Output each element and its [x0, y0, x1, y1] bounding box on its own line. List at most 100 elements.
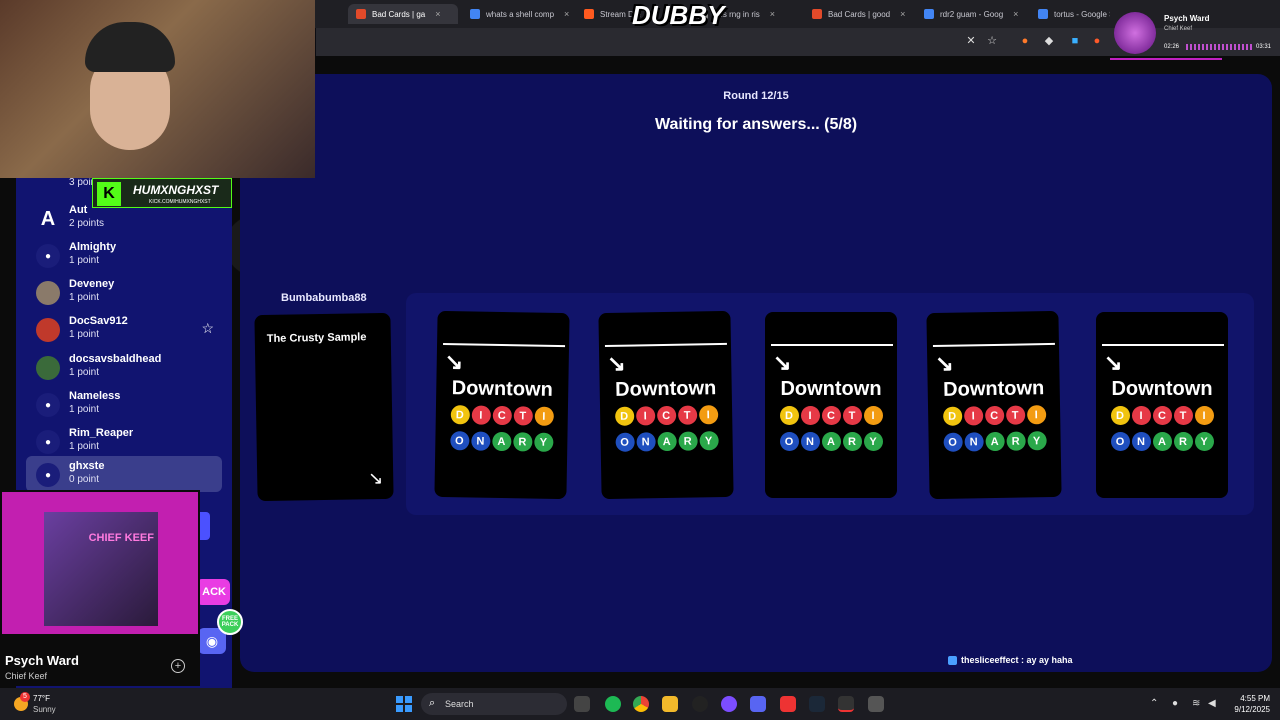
tab-favicon-icon — [1038, 9, 1048, 19]
tab-favicon-icon — [924, 9, 934, 19]
answer-card-back[interactable]: ↘ Downtown D I C T I O N A R Y — [926, 310, 1062, 500]
app-icon[interactable] — [692, 696, 708, 712]
close-tab-icon[interactable]: × — [900, 9, 905, 19]
now-playing-title: Psych Ward — [5, 653, 79, 668]
file-explorer-icon[interactable] — [662, 696, 678, 712]
close-tab-icon[interactable]: × — [564, 9, 569, 19]
start-button[interactable] — [396, 696, 412, 712]
close-tab-icon[interactable]: × — [435, 9, 440, 19]
chevron-up-icon[interactable]: ⌃ — [1150, 698, 1158, 709]
card-letter-row: ONARY — [928, 431, 1060, 452]
card-letter-row: ONARY — [435, 431, 567, 452]
app-icon[interactable] — [721, 696, 737, 712]
card-letter-dot: Y — [1194, 432, 1214, 451]
bookmark-star-icon[interactable]: ☆ — [985, 34, 999, 48]
card-letter-dot: N — [1131, 432, 1151, 451]
clock-date[interactable]: 9/12/2025 — [1220, 705, 1270, 714]
browser-tab[interactable]: Bad Cards | ga × — [348, 4, 458, 24]
mute-icon[interactable]: ✕ — [964, 34, 978, 48]
total-time: 03:31 — [1256, 44, 1272, 50]
browser-tab[interactable]: rdr2 guam - Goog × — [916, 4, 1026, 24]
app-icon[interactable] — [868, 696, 884, 712]
album-cover: CHIEF KEEF — [44, 512, 158, 626]
avatar — [36, 356, 60, 380]
card-letter-dot: N — [963, 432, 984, 452]
browser-tab[interactable]: Bad Cards | good × — [804, 4, 912, 24]
tab-label: rdr2 guam - Goog — [940, 9, 1004, 19]
answer-card-back[interactable]: ↘ Downtown D I C T I O N A R Y — [1096, 312, 1228, 498]
microphone-icon[interactable]: ● — [1172, 698, 1178, 709]
obs-icon[interactable] — [838, 696, 854, 712]
arrow-icon: ↘ — [935, 350, 954, 377]
player-list-item[interactable]: Deveney 1 point — [26, 274, 222, 310]
card-letter-dot: I — [1026, 405, 1046, 425]
volume-icon[interactable]: ◀ — [1208, 698, 1216, 709]
player-name: Aut — [69, 204, 88, 216]
card-letter-dot: D — [779, 406, 799, 425]
extension-icon[interactable]: ● — [1090, 34, 1104, 48]
player-points: 1 point — [69, 329, 100, 340]
card-divider — [604, 342, 727, 348]
card-letter-row: ONARY — [600, 431, 732, 452]
tab-label: Bad Cards | ga — [372, 9, 426, 19]
card-letter-dot: Y — [698, 431, 719, 451]
player-list-item[interactable]: ● Rim_Reaper 1 point — [26, 423, 222, 459]
player-list-item[interactable]: ● ghxste 0 point — [26, 456, 222, 492]
player-name: Almighty — [69, 241, 117, 253]
app-icon[interactable] — [780, 696, 796, 712]
waveform — [1186, 44, 1252, 50]
player-points: 1 point — [69, 292, 100, 303]
answer-card-back[interactable]: ↘ Downtown D I C T I O N A R Y — [598, 310, 734, 500]
extension-icon[interactable]: ◆ — [1042, 34, 1056, 48]
player-list-item[interactable]: ● Almighty 1 point — [26, 237, 222, 273]
browser-tab[interactable]: whats a shell comp × — [462, 4, 572, 24]
weather-temperature[interactable]: 77°F — [33, 694, 50, 703]
player-name: Rim_Reaper — [69, 427, 134, 439]
pack-button[interactable]: ACK — [196, 579, 230, 605]
weather-condition[interactable]: Sunny — [33, 705, 56, 714]
card-czar-name: Bumbabumba88 — [281, 292, 367, 304]
arrow-icon: ↘ — [773, 350, 792, 375]
card-letter-dot: R — [1173, 432, 1193, 451]
card-letter-dot: I — [863, 406, 883, 425]
clock-time[interactable]: 4:55 PM — [1230, 694, 1270, 703]
card-letter-dot: Y — [533, 432, 554, 452]
player-list-item[interactable]: docsavsbaldhead 1 point — [26, 349, 222, 385]
wifi-icon[interactable]: ≋ — [1192, 698, 1200, 709]
tab-favicon-icon — [812, 9, 822, 19]
answer-card-back[interactable]: ↘ Downtown D I C T I O N A R Y — [434, 310, 570, 500]
kick-channel-url: KICK.COM/HUMXNGHXST — [149, 199, 211, 205]
spotify-icon[interactable] — [605, 696, 621, 712]
close-tab-icon[interactable]: × — [770, 9, 775, 19]
taskbar-search[interactable]: ⌕ Search — [421, 693, 567, 715]
browser-tab[interactable]: tortus - Google Se× — [1030, 4, 1110, 24]
add-to-library-icon[interactable]: + — [171, 659, 185, 673]
tab-label: tortus - Google Se — [1054, 9, 1110, 19]
card-letter-dot: R — [512, 432, 533, 452]
card-letter-dot: N — [635, 432, 656, 452]
player-points: 2 points — [69, 218, 105, 229]
user-icon: ● — [36, 463, 60, 487]
search-placeholder: Search — [445, 699, 474, 709]
kick-channel-name: HUMXNGHXST — [133, 183, 219, 197]
star-icon[interactable]: ☆ — [201, 320, 214, 337]
chrome-icon[interactable] — [633, 696, 649, 712]
player-name: Deveney — [69, 278, 115, 290]
extension-icon[interactable]: ■ — [1068, 34, 1082, 48]
card-brand-text: Downtown — [1111, 378, 1213, 400]
player-list-item[interactable]: ● Nameless 1 point — [26, 386, 222, 422]
tab-label: whats a shell comp — [486, 9, 555, 19]
discord-taskbar-icon[interactable] — [750, 696, 766, 712]
steam-icon[interactable] — [809, 696, 825, 712]
card-letter-dot: C — [1152, 406, 1172, 425]
player-list-item[interactable]: DocSav912 1 point ☆ — [26, 311, 222, 347]
free-pack-badge[interactable]: FREE PACK — [217, 609, 243, 635]
tab-favicon-icon — [470, 9, 480, 19]
card-letter-dot: D — [614, 406, 634, 426]
close-tab-icon[interactable]: × — [1013, 9, 1018, 19]
extension-icon[interactable]: ● — [1018, 34, 1032, 48]
answer-card-back[interactable]: ↘ Downtown D I C T I O N A R Y — [765, 312, 897, 498]
player-points: 1 point — [69, 441, 100, 452]
card-letter-dot: A — [491, 431, 512, 452]
task-view-icon[interactable] — [574, 696, 590, 712]
